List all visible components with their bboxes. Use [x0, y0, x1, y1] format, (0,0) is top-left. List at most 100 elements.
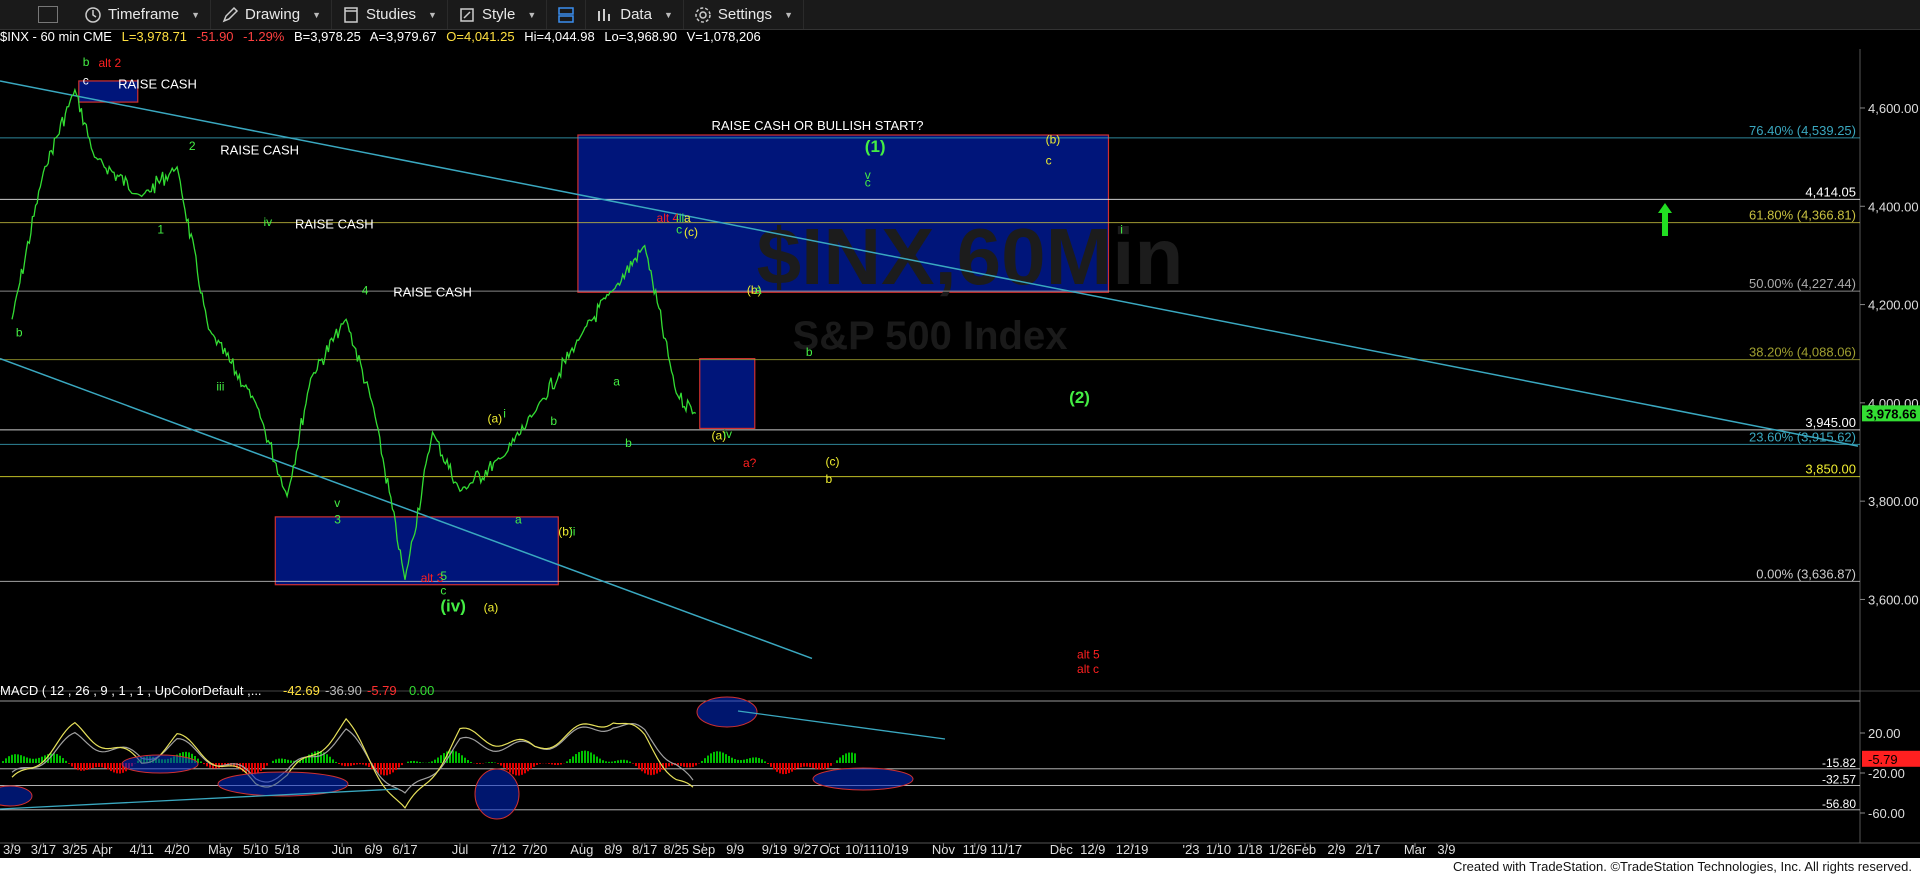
- window-menu-button[interactable]: [38, 6, 58, 23]
- macd-histogram-bar: [701, 760, 703, 763]
- time-axis-tick-label: 12/9: [1080, 842, 1105, 857]
- symbol-name: $INX - 60 min CME: [0, 29, 112, 44]
- macd-histogram-bar: [419, 762, 421, 763]
- level-label: 76.40% (4,539.25): [1749, 123, 1856, 138]
- up-arrow-icon: [1658, 203, 1672, 236]
- wave-label: alt 5: [1077, 647, 1100, 661]
- macd-histogram-bar: [587, 751, 589, 763]
- macd-histogram-bar: [512, 763, 514, 775]
- macd-histogram-bar: [263, 763, 265, 769]
- wave-label: b: [625, 436, 632, 450]
- macd-histogram-bar: [455, 751, 457, 763]
- macd-histogram-bar: [437, 757, 439, 763]
- macd-histogram-bar: [113, 763, 115, 773]
- drawing-button[interactable]: Drawing ▼: [211, 0, 332, 29]
- macd-histogram-bar: [731, 757, 733, 763]
- timeframe-button[interactable]: Timeframe ▼: [74, 0, 212, 29]
- layout-button[interactable]: [547, 0, 587, 29]
- macd-histogram-bar: [785, 763, 787, 775]
- macd-legend-value: 0.00: [409, 683, 434, 698]
- macd-histogram-bar: [638, 763, 640, 769]
- wave-label: b: [16, 326, 23, 340]
- wave-label: 3: [334, 512, 341, 526]
- wave-label: alt c: [1077, 662, 1099, 676]
- macd-histogram-bar: [365, 763, 367, 766]
- wave-label: 5: [440, 569, 447, 583]
- high-price: Hi=4,044.98: [524, 29, 595, 44]
- chart-canvas[interactable]: 4,600.004,400.004,200.004,000.003,800.00…: [0, 49, 1920, 858]
- time-axis-tick-label: 2/17: [1355, 842, 1380, 857]
- level-label: 3,945.00: [1805, 415, 1856, 430]
- macd-histogram-bar: [38, 757, 40, 763]
- wave-label: (b): [1046, 132, 1061, 146]
- macd-histogram-bar: [260, 763, 262, 771]
- settings-button[interactable]: Settings ▼: [684, 0, 804, 29]
- macd-histogram-bar: [503, 763, 505, 768]
- divergence-ellipse: [474, 768, 520, 820]
- macd-histogram-bar: [596, 756, 598, 763]
- macd-histogram-bar: [383, 763, 385, 776]
- macd-histogram-bar: [626, 760, 628, 763]
- time-axis-tick-label: 8/9: [604, 842, 622, 857]
- macd-histogram-bar: [392, 763, 394, 773]
- clock-icon: [85, 6, 101, 23]
- macd-histogram-bar: [650, 763, 652, 776]
- wave-label: RAISE CASH: [118, 76, 197, 91]
- time-axis-tick-label: 3/9: [1437, 842, 1455, 857]
- wave-label: (1): [865, 137, 886, 156]
- macd-histogram-bar: [11, 754, 13, 763]
- macd-histogram-bar: [68, 763, 70, 764]
- wave-label: RAISE CASH OR BULLISH START?: [712, 118, 924, 133]
- macd-histogram-bar: [611, 761, 613, 763]
- macd-histogram-bar: [410, 760, 412, 763]
- time-axis-tick-label: 6/9: [365, 842, 383, 857]
- macd-histogram-bar: [686, 763, 688, 768]
- macd-histogram-bar: [716, 751, 718, 763]
- macd-histogram-bar: [761, 759, 763, 763]
- macd-histogram-bar: [119, 763, 121, 774]
- macd-histogram-bar: [551, 763, 553, 765]
- macd-histogram-bar: [17, 754, 19, 763]
- net-change: -51.90: [196, 29, 234, 44]
- wave-label: c: [440, 584, 446, 598]
- macd-histogram-bar: [62, 758, 64, 763]
- chevron-down-icon: ▼: [527, 9, 537, 20]
- macd-histogram-bar: [428, 762, 430, 763]
- macd-histogram-bar: [329, 756, 331, 763]
- settings-label: Settings: [717, 6, 773, 23]
- macd-histogram-bar: [581, 750, 583, 763]
- macd-histogram-bar: [758, 757, 760, 763]
- data-button[interactable]: Data ▼: [586, 0, 684, 29]
- macd-histogram-bar: [101, 763, 103, 768]
- macd-level-label: -32.57: [1822, 773, 1856, 787]
- footer: Created with TradeStation. ©TradeStation…: [0, 858, 1920, 875]
- macd-histogram-bar: [794, 763, 796, 771]
- macd-histogram-bar: [14, 754, 16, 763]
- macd-histogram-bar: [770, 763, 772, 767]
- macd-histogram-bar: [644, 763, 646, 774]
- macd-histogram-bar: [536, 763, 538, 765]
- macd-histogram-bar: [533, 763, 535, 767]
- macd-histogram-bar: [746, 758, 748, 763]
- price-axis-tick-label: 4,600.00: [1868, 101, 1919, 116]
- time-axis-tick-label: 9/9: [726, 842, 744, 857]
- last-price: L=3,978.71: [121, 29, 188, 44]
- macd-histogram-bar: [830, 763, 832, 766]
- time-axis-tick-label: 4/11: [130, 842, 154, 857]
- wave-label: 4: [362, 284, 369, 298]
- macd-histogram-bar: [521, 763, 523, 775]
- macd-histogram-bar: [116, 763, 118, 774]
- macd-histogram-bar: [665, 763, 667, 768]
- macd-histogram-bar: [842, 755, 844, 763]
- percent-change: -1.29%: [243, 29, 285, 44]
- macd-histogram-bar: [524, 763, 526, 774]
- macd-histogram-bar: [713, 751, 715, 763]
- macd-histogram-bar: [782, 763, 784, 775]
- macd-histogram-bar: [362, 763, 364, 765]
- macd-histogram-bar: [836, 760, 838, 763]
- macd-histogram-bar: [818, 763, 820, 770]
- macd-histogram-bar: [695, 763, 697, 766]
- macd-histogram-bar: [851, 752, 853, 763]
- studies-button[interactable]: Studies ▼: [332, 0, 448, 29]
- style-button[interactable]: Style ▼: [448, 0, 548, 29]
